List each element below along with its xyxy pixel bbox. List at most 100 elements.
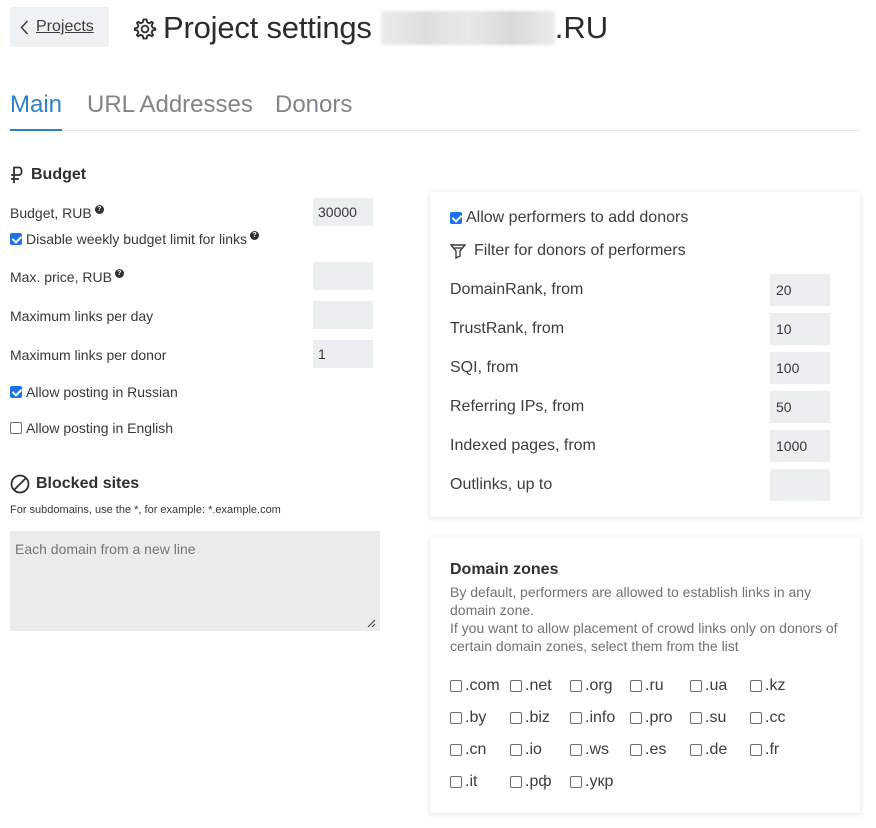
zone-option[interactable]: .fr	[750, 741, 779, 759]
zone-checkbox[interactable]	[510, 680, 522, 692]
zone-checkbox[interactable]	[450, 776, 462, 788]
zone-checkbox[interactable]	[570, 776, 582, 788]
budget-label-row: Budget, RUB ?	[10, 204, 104, 221]
zone-checkbox[interactable]	[750, 712, 762, 724]
zone-checkbox[interactable]	[690, 712, 702, 724]
trustrank-input[interactable]	[770, 313, 830, 345]
zone-checkbox[interactable]	[450, 680, 462, 692]
donors-filter-card: Allow performers to add donors Filter fo…	[430, 192, 860, 517]
blocked-sites-hint: For subdomains, use the *, for example: …	[10, 504, 281, 516]
zone-option[interactable]: .de	[690, 741, 727, 759]
zone-checkbox[interactable]	[750, 744, 762, 756]
tab-donors[interactable]: Donors	[275, 86, 352, 131]
chevron-left-icon	[20, 19, 29, 35]
zone-checkbox[interactable]	[450, 744, 462, 756]
zone-checkbox[interactable]	[450, 712, 462, 724]
allow-add-donors-checkbox[interactable]	[450, 212, 462, 224]
disable-weekly-row[interactable]: Disable weekly budget limit for links ?	[10, 230, 259, 247]
disable-weekly-checkbox[interactable]	[10, 233, 22, 245]
zone-checkbox[interactable]	[570, 744, 582, 756]
zone-checkbox[interactable]	[570, 680, 582, 692]
zone-option[interactable]: .biz	[510, 709, 550, 727]
domain-zones-description: By default, performers are allowed to es…	[450, 583, 850, 655]
ruble-icon	[11, 166, 23, 183]
outlinks-label: Outlinks, up to	[450, 476, 553, 493]
allow-english-checkbox[interactable]	[10, 422, 22, 434]
zone-option[interactable]: .info	[570, 709, 615, 727]
help-icon[interactable]: ?	[249, 230, 259, 240]
zone-option[interactable]: .kz	[750, 677, 785, 695]
zone-label: .pro	[645, 709, 673, 726]
zone-option[interactable]: .ws	[570, 741, 609, 759]
zone-label: .net	[525, 677, 552, 694]
zone-option[interactable]: .рф	[510, 773, 552, 791]
zone-checkbox[interactable]	[510, 744, 522, 756]
domain-tld: .RU	[554, 10, 609, 45]
referring-ips-label: Referring IPs, from	[450, 398, 585, 415]
zone-label: .kz	[765, 677, 786, 694]
zone-option[interactable]: .net	[510, 677, 552, 695]
zone-option[interactable]: .укр	[570, 773, 613, 791]
zone-option[interactable]: .org	[570, 677, 613, 695]
zone-label: .укр	[585, 773, 614, 790]
allow-russian-row[interactable]: Allow posting in Russian	[10, 384, 178, 400]
sqi-label: SQI, from	[450, 359, 519, 376]
gear-icon	[133, 18, 157, 39]
zone-checkbox[interactable]	[690, 744, 702, 756]
resize-handle-icon[interactable]	[366, 618, 376, 628]
zone-option[interactable]: .cc	[750, 709, 785, 727]
max-price-input[interactable]	[313, 262, 373, 290]
zone-checkbox[interactable]	[750, 680, 762, 692]
zone-checkbox[interactable]	[630, 712, 642, 724]
zone-option[interactable]: .ru	[630, 677, 664, 695]
zone-label: .ua	[705, 677, 728, 694]
zone-option[interactable]: .by	[450, 709, 486, 727]
zone-label: .su	[705, 709, 727, 726]
zone-label: .fr	[765, 741, 780, 758]
zone-label: .biz	[525, 709, 550, 726]
help-icon[interactable]: ?	[114, 268, 124, 278]
zone-checkbox[interactable]	[510, 712, 522, 724]
domain-zones-card: Domain zones By default, performers are …	[430, 537, 860, 813]
zone-label: .info	[585, 709, 616, 726]
zone-label: .io	[525, 741, 542, 758]
zone-option[interactable]: .es	[630, 741, 666, 759]
referring-ips-input[interactable]	[770, 391, 830, 423]
budget-input[interactable]	[313, 198, 373, 226]
zone-option[interactable]: .com	[450, 677, 500, 695]
zone-label: .ws	[585, 741, 609, 758]
zone-checkbox[interactable]	[630, 744, 642, 756]
allow-english-row[interactable]: Allow posting in English	[10, 420, 173, 436]
zone-checkbox[interactable]	[630, 680, 642, 692]
tab-url-addresses[interactable]: URL Addresses	[87, 86, 253, 131]
max-links-donor-label: Maximum links per donor	[10, 347, 167, 363]
tab-main[interactable]: Main	[10, 86, 63, 131]
back-to-projects-button[interactable]: Projects	[10, 7, 109, 47]
outlinks-input[interactable]	[770, 469, 830, 501]
zone-checkbox[interactable]	[570, 712, 582, 724]
zone-option[interactable]: .cn	[450, 741, 486, 759]
zone-checkbox[interactable]	[510, 776, 522, 788]
budget-label: Budget, RUB	[10, 205, 92, 221]
budget-title: Budget	[31, 166, 87, 183]
allow-add-donors-row[interactable]: Allow performers to add donors	[450, 209, 688, 227]
zone-option[interactable]: .it	[450, 773, 477, 791]
domain-zones-desc-line1: By default, performers are allowed to es…	[450, 584, 812, 618]
zone-checkbox[interactable]	[690, 680, 702, 692]
indexed-pages-input[interactable]	[770, 430, 830, 462]
zone-option[interactable]: .pro	[630, 709, 673, 727]
filter-heading: Filter for donors of performers	[450, 242, 686, 260]
zone-option[interactable]: .su	[690, 709, 726, 727]
zone-label: .рф	[525, 773, 552, 790]
allow-english-label: Allow posting in English	[26, 420, 174, 436]
zone-label: .it	[465, 773, 478, 790]
zone-option[interactable]: .io	[510, 741, 542, 759]
help-icon[interactable]: ?	[94, 204, 104, 214]
sqi-input[interactable]	[770, 352, 830, 384]
zone-option[interactable]: .ua	[690, 677, 727, 695]
allow-russian-checkbox[interactable]	[10, 386, 22, 398]
domainrank-input[interactable]	[770, 274, 830, 306]
blocked-sites-textarea[interactable]	[10, 531, 380, 631]
max-links-donor-input[interactable]	[313, 340, 373, 368]
max-links-day-input[interactable]	[313, 301, 373, 329]
